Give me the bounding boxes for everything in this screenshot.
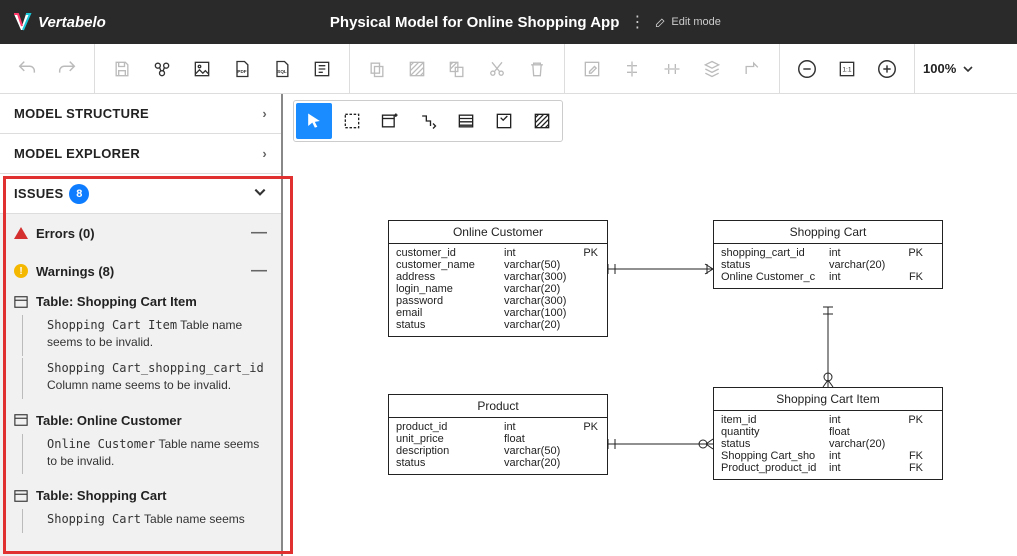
route-button[interactable] bbox=[735, 52, 769, 86]
sql-export-button[interactable]: SQL bbox=[265, 52, 299, 86]
pattern2-button[interactable] bbox=[440, 52, 474, 86]
entity-title: Shopping Cart bbox=[714, 221, 942, 244]
entity-column: statusvarchar(20) bbox=[721, 438, 935, 450]
chevron-right-icon: › bbox=[262, 146, 267, 161]
chevron-down-icon[interactable] bbox=[962, 63, 974, 75]
entity-column: statusvarchar(20) bbox=[396, 319, 600, 331]
errors-label: Errors (0) bbox=[36, 226, 95, 241]
zoom-out-button[interactable] bbox=[790, 52, 824, 86]
save-button[interactable] bbox=[105, 52, 139, 86]
pencil-icon bbox=[655, 17, 666, 28]
svg-text:SQL: SQL bbox=[277, 69, 287, 74]
table-icon bbox=[14, 413, 28, 427]
warning-icon: ! bbox=[14, 264, 28, 278]
svg-text:1:1: 1:1 bbox=[842, 66, 852, 73]
issue-item[interactable]: Table: Shopping Cart Item Shopping Cart I… bbox=[0, 290, 281, 409]
entity-column: customer_namevarchar(50) bbox=[396, 259, 600, 271]
redo-button[interactable] bbox=[50, 52, 84, 86]
entity-column: emailvarchar(100) bbox=[396, 307, 600, 319]
collapse-icon[interactable]: — bbox=[251, 262, 267, 280]
panel-issues[interactable]: ISSUES 8 bbox=[0, 174, 281, 214]
layers-button[interactable] bbox=[695, 52, 729, 86]
issue-message: Shopping Cart Item Table name seems to b… bbox=[22, 315, 267, 356]
edit-button[interactable] bbox=[575, 52, 609, 86]
entity-column: login_namevarchar(20) bbox=[396, 283, 600, 295]
entity-column: product_idintPK bbox=[396, 421, 600, 433]
edit-mode-button[interactable]: Edit mode bbox=[655, 16, 721, 28]
image-export-button[interactable] bbox=[185, 52, 219, 86]
entity-column: addressvarchar(300) bbox=[396, 271, 600, 283]
xml-export-button[interactable] bbox=[305, 52, 339, 86]
align-v-button[interactable] bbox=[655, 52, 689, 86]
model-title: Physical Model for Online Shopping App bbox=[330, 14, 619, 31]
svg-text:PDF: PDF bbox=[237, 69, 246, 74]
topbar: Vertabelo Physical Model for Online Shop… bbox=[0, 0, 1017, 44]
title-menu-icon[interactable]: ⋮ bbox=[629, 12, 645, 32]
entity-column: unit_pricefloat bbox=[396, 433, 600, 445]
entity-column: Shopping Cart_shointFK bbox=[721, 450, 935, 462]
panel-label: ISSUES bbox=[14, 186, 63, 201]
entity-column: descriptionvarchar(50) bbox=[396, 445, 600, 457]
entity-title: Shopping Cart Item bbox=[714, 388, 942, 411]
align-h-button[interactable] bbox=[615, 52, 649, 86]
entity-column: passwordvarchar(300) bbox=[396, 295, 600, 307]
cut-button[interactable] bbox=[480, 52, 514, 86]
entity-column: quantityfloat bbox=[721, 426, 935, 438]
chevron-down-icon bbox=[253, 185, 267, 202]
warnings-label: Warnings (8) bbox=[36, 264, 114, 279]
entity-column: Online Customer_cintFK bbox=[721, 271, 935, 283]
main-toolbar: PDF SQL 1:1 100% bbox=[0, 44, 1017, 94]
error-icon bbox=[14, 227, 28, 239]
zoom-level[interactable]: 100% bbox=[923, 61, 956, 76]
entity-column: shopping_cart_idintPK bbox=[721, 247, 935, 259]
entity-column: statusvarchar(20) bbox=[396, 457, 600, 469]
entity-shopping-cart[interactable]: Shopping Cart shopping_cart_idintPKstatu… bbox=[713, 220, 943, 289]
entity-column: Product_product_idintFK bbox=[721, 462, 935, 474]
issue-title: Table: Online Customer bbox=[36, 413, 182, 428]
issue-title: Table: Shopping Cart Item bbox=[36, 294, 197, 309]
entity-column: statusvarchar(20) bbox=[721, 259, 935, 271]
sidebar: MODEL STRUCTURE › MODEL EXPLORER › ISSUE… bbox=[0, 94, 283, 556]
collapse-icon[interactable]: — bbox=[251, 224, 267, 242]
edit-mode-label: Edit mode bbox=[671, 16, 721, 28]
zoom-fit-button[interactable]: 1:1 bbox=[830, 52, 864, 86]
panel-model-structure[interactable]: MODEL STRUCTURE › bbox=[0, 94, 281, 134]
chevron-right-icon: › bbox=[262, 106, 267, 121]
entity-column: item_idintPK bbox=[721, 414, 935, 426]
entity-column: customer_idintPK bbox=[396, 247, 600, 259]
issues-body: Errors (0) — ! Warnings (8) — Table: Sho… bbox=[0, 214, 281, 556]
brand-logo[interactable]: Vertabelo bbox=[12, 12, 106, 32]
pattern1-button[interactable] bbox=[400, 52, 434, 86]
issue-item[interactable]: Table: Shopping Cart Shopping Cart Table … bbox=[0, 484, 281, 542]
pdf-export-button[interactable]: PDF bbox=[225, 52, 259, 86]
issue-message: Shopping Cart Table name seems bbox=[22, 509, 267, 532]
logo-icon bbox=[12, 12, 32, 32]
issue-item[interactable]: Table: Online Customer Online Customer Ta… bbox=[0, 409, 281, 485]
warnings-group-header[interactable]: ! Warnings (8) — bbox=[0, 252, 281, 290]
entity-product[interactable]: Product product_idintPKunit_pricefloatde… bbox=[388, 394, 608, 475]
issue-title: Table: Shopping Cart bbox=[36, 488, 166, 503]
entity-title: Product bbox=[389, 395, 607, 418]
issue-message: Online Customer Table name seems to be i… bbox=[22, 434, 267, 475]
delete-button[interactable] bbox=[520, 52, 554, 86]
entity-title: Online Customer bbox=[389, 221, 607, 244]
table-icon bbox=[14, 489, 28, 503]
zoom-in-button[interactable] bbox=[870, 52, 904, 86]
share-button[interactable] bbox=[145, 52, 179, 86]
panel-model-explorer[interactable]: MODEL EXPLORER › bbox=[0, 134, 281, 174]
undo-button[interactable] bbox=[10, 52, 44, 86]
entity-shopping-cart-item[interactable]: Shopping Cart Item item_idintPKquantityf… bbox=[713, 387, 943, 480]
panel-label: MODEL EXPLORER bbox=[14, 146, 140, 161]
panel-label: MODEL STRUCTURE bbox=[14, 106, 149, 121]
errors-group-header[interactable]: Errors (0) — bbox=[0, 214, 281, 252]
issue-message: Shopping Cart_shopping_cart_id Column na… bbox=[22, 358, 267, 399]
table-icon bbox=[14, 295, 28, 309]
canvas[interactable]: Online Customer customer_idintPKcustomer… bbox=[283, 94, 1017, 556]
brand-name: Vertabelo bbox=[38, 14, 106, 31]
issues-count-badge: 8 bbox=[69, 184, 89, 204]
entity-online-customer[interactable]: Online Customer customer_idintPKcustomer… bbox=[388, 220, 608, 337]
copy-button[interactable] bbox=[360, 52, 394, 86]
